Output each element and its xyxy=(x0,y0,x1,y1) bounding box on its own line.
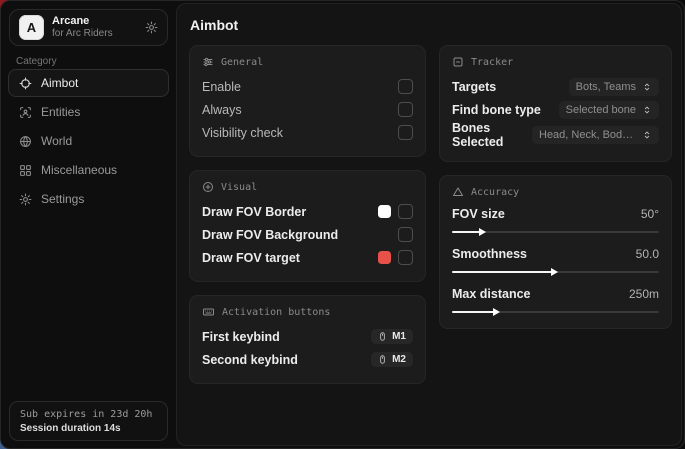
always-checkbox[interactable] xyxy=(398,102,413,117)
accuracy-card: Accuracy FOV size 50° xyxy=(439,175,672,329)
setting-row-fov-size: FOV size 50° xyxy=(452,205,659,236)
card-title: Visual xyxy=(221,182,257,193)
card-title: Activation buttons xyxy=(222,307,330,318)
column-right: Tracker Targets Bots, Teams Find bone ty… xyxy=(439,45,672,329)
second-keybind-button[interactable]: M2 xyxy=(371,352,413,367)
smoothness-value: 50.0 xyxy=(636,247,659,261)
max-distance-value: 250m xyxy=(629,287,659,301)
slider-thumb[interactable] xyxy=(493,308,500,316)
setting-row-bones-selected: Bones Selected Head, Neck, Body, Fe.. xyxy=(452,121,659,149)
setting-row-fov-background: Draw FOV Background xyxy=(202,223,413,246)
brand-gear-icon[interactable] xyxy=(145,21,158,34)
page-title: Aimbot xyxy=(190,17,238,33)
sidebar-item-label: Entities xyxy=(41,105,80,119)
setting-row-smoothness: Smoothness 50.0 xyxy=(452,245,659,276)
setting-row-max-distance: Max distance 250m xyxy=(452,285,659,316)
sidebar-item-label: Settings xyxy=(41,192,84,206)
setting-row-fov-target: Draw FOV target xyxy=(202,246,413,269)
first-keybind-button[interactable]: M1 xyxy=(371,329,413,344)
desktop: A Arcane for Arc Riders Category Aimbot xyxy=(0,0,685,449)
card-title: Tracker xyxy=(471,57,513,68)
square-minus-icon xyxy=(452,56,464,68)
person-scan-icon xyxy=(19,106,32,119)
unfold-icon xyxy=(642,105,652,115)
crosshair-icon xyxy=(19,77,32,90)
sidebar-nav: Aimbot Entities World xyxy=(8,69,169,214)
fov-size-value: 50° xyxy=(641,207,659,221)
fov-target-checkbox[interactable] xyxy=(398,250,413,265)
app-title: Arcane xyxy=(52,15,137,28)
grid-icon xyxy=(19,164,32,177)
sidebar-item-settings[interactable]: Settings xyxy=(8,185,169,213)
sidebar-item-world[interactable]: World xyxy=(8,127,169,155)
tracker-card: Tracker Targets Bots, Teams Find bone ty… xyxy=(439,45,672,162)
sidebar-item-aimbot[interactable]: Aimbot xyxy=(8,69,169,97)
circle-plus-icon xyxy=(202,181,214,193)
enable-checkbox[interactable] xyxy=(398,79,413,94)
column-left: General Enable Always Visibility check xyxy=(189,45,426,384)
slider-thumb[interactable] xyxy=(551,268,558,276)
fov-border-checkbox[interactable] xyxy=(398,204,413,219)
unfold-icon xyxy=(642,82,652,92)
sidebar-item-entities[interactable]: Entities xyxy=(8,98,169,126)
unfold-icon xyxy=(642,130,652,140)
sidebar: A Arcane for Arc Riders Category Aimbot xyxy=(1,1,176,448)
subscription-expiry: Sub expires in 23d 20h xyxy=(20,409,157,420)
slider-thumb[interactable] xyxy=(479,228,486,236)
app-logo: A xyxy=(19,15,44,40)
setting-row-targets: Targets Bots, Teams xyxy=(452,75,659,98)
main-panel: Aimbot General Enable Always xyxy=(176,3,682,446)
setting-row-second-keybind: Second keybind M2 xyxy=(202,348,413,371)
setting-row-first-keybind: First keybind M1 xyxy=(202,325,413,348)
card-title: General xyxy=(221,57,263,68)
triangle-icon xyxy=(452,186,464,198)
setting-row-visibility-check: Visibility check xyxy=(202,121,413,144)
visual-card: Visual Draw FOV Border Draw FOV Backgrou… xyxy=(189,170,426,282)
fov-border-color-swatch[interactable] xyxy=(378,205,391,218)
setting-row-find-bone-type: Find bone type Selected bone xyxy=(452,98,659,121)
mouse-icon xyxy=(378,331,387,342)
app-subtitle: for Arc Riders xyxy=(52,28,137,40)
setting-row-fov-border: Draw FOV Border xyxy=(202,200,413,223)
smoothness-slider[interactable] xyxy=(452,267,659,276)
session-duration: Session duration 14s xyxy=(20,423,157,434)
fov-size-slider[interactable] xyxy=(452,227,659,236)
general-card: General Enable Always Visibility check xyxy=(189,45,426,157)
app-window: A Arcane for Arc Riders Category Aimbot xyxy=(0,0,685,449)
gear-icon xyxy=(19,193,32,206)
visibility-check-checkbox[interactable] xyxy=(398,125,413,140)
sidebar-item-label: Aimbot xyxy=(41,76,78,90)
setting-row-enable: Enable xyxy=(202,75,413,98)
fov-target-color-swatch[interactable] xyxy=(378,251,391,264)
card-title: Accuracy xyxy=(471,187,519,198)
find-bone-type-dropdown[interactable]: Selected bone xyxy=(559,101,659,119)
bones-selected-dropdown[interactable]: Head, Neck, Body, Fe.. xyxy=(532,126,659,144)
globe-icon xyxy=(19,135,32,148)
activation-card: Activation buttons First keybind M1 Seco… xyxy=(189,295,426,384)
sliders-icon xyxy=(202,56,214,68)
max-distance-slider[interactable] xyxy=(452,307,659,316)
targets-dropdown[interactable]: Bots, Teams xyxy=(569,78,659,96)
sidebar-item-label: Miscellaneous xyxy=(41,163,117,177)
fov-background-checkbox[interactable] xyxy=(398,227,413,242)
setting-row-always: Always xyxy=(202,98,413,121)
sidebar-item-miscellaneous[interactable]: Miscellaneous xyxy=(8,156,169,184)
brand-card: A Arcane for Arc Riders xyxy=(9,9,168,46)
keyboard-icon xyxy=(202,306,215,318)
category-label: Category xyxy=(16,56,57,67)
mouse-icon xyxy=(378,354,387,365)
subscription-card: Sub expires in 23d 20h Session duration … xyxy=(9,401,168,441)
sidebar-item-label: World xyxy=(41,134,72,148)
